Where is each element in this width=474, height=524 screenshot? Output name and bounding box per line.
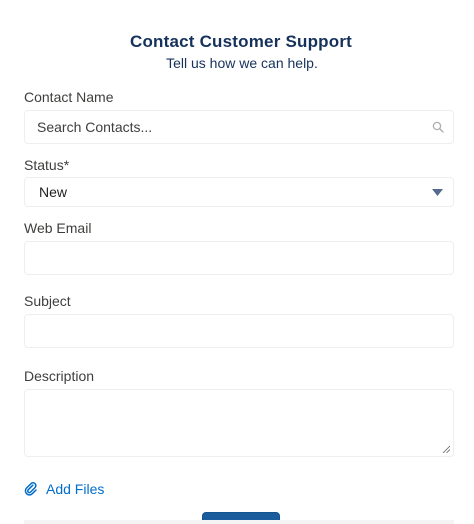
bottom-divider	[24, 520, 454, 524]
status-select[interactable]: New	[24, 177, 454, 207]
page-subtitle: Tell us how we can help.	[166, 55, 318, 71]
support-form-page: Contact Customer Support Tell us how we …	[0, 0, 474, 524]
resize-handle-icon[interactable]	[442, 445, 450, 453]
add-files-link[interactable]: Add Files	[24, 481, 104, 497]
contact-search-input[interactable]	[37, 119, 431, 135]
status-selected-value: New	[39, 184, 68, 200]
form-header: Contact Customer Support Tell us how we …	[24, 0, 454, 72]
subject-input[interactable]	[24, 314, 454, 348]
caret-down-icon	[431, 188, 443, 196]
description-textarea[interactable]	[24, 389, 454, 457]
page-title: Contact Customer Support	[129, 32, 353, 51]
web-email-label: Web Email	[24, 220, 92, 236]
add-files-label: Add Files	[46, 481, 105, 497]
web-email-input[interactable]	[24, 241, 454, 275]
paperclip-icon	[24, 482, 38, 496]
search-icon[interactable]	[431, 120, 445, 134]
contact-search-field[interactable]	[24, 110, 454, 144]
contact-name-label: Contact Name	[24, 89, 114, 105]
status-label: Status*	[24, 157, 70, 173]
description-label: Description	[24, 368, 95, 384]
subject-label: Subject	[24, 293, 71, 309]
